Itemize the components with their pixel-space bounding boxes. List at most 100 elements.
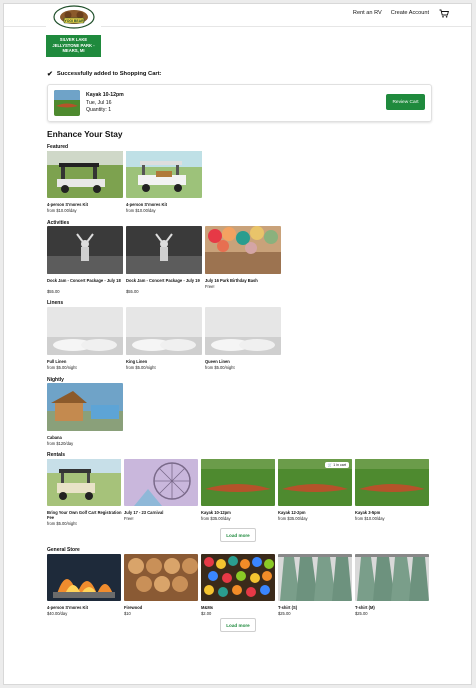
cart-badge-icon: 🛒 — [327, 463, 333, 467]
product-card[interactable]: M&Ms $2.00 — [201, 554, 275, 616]
product-card[interactable]: Firewood $10 — [124, 554, 198, 616]
section-general-store-label: General Store — [47, 547, 80, 553]
product-title: Cabana — [47, 435, 62, 440]
product-price: from $10.00/day — [126, 208, 156, 213]
product-card[interactable]: Cabana from $120/day — [47, 383, 123, 446]
product-price: from $5.00/night — [205, 365, 235, 370]
park-logo[interactable]: YOGI BEAR SILVER LAKE JELLYSTONE PARK - … — [46, 5, 101, 57]
header-nav: Rent an RV Create Account — [353, 10, 429, 16]
product-title: Kayak 10-12pm — [201, 510, 231, 515]
added-item-card: Kayak 10-12pm Tue, Jul 16 Quantity: 1 Re… — [47, 84, 432, 122]
enhance-heading: Enhance Your Stay — [47, 129, 123, 139]
product-title: 4-person S'mores Kit — [47, 202, 89, 207]
svg-text:YOGI BEAR: YOGI BEAR — [64, 19, 84, 23]
product-image — [205, 307, 281, 355]
product-image — [201, 459, 275, 506]
in-cart-badge: 🛒 1 in cart — [324, 462, 349, 468]
product-price: from $10.00/day — [355, 516, 385, 521]
nav-rent-an-rv[interactable]: Rent an RV — [353, 10, 382, 16]
product-price: $2.00 — [201, 611, 212, 616]
section-rentals-label: Rentals — [47, 452, 66, 458]
rentals-load-more-button[interactable]: Load more — [220, 528, 256, 542]
product-card[interactable]: Kayak 10-12pm from $35.00/day — [201, 459, 275, 521]
added-item-title: Kayak 10-12pm — [86, 92, 124, 98]
checkmark-icon: ✔ — [47, 71, 53, 78]
added-item-date: Tue, Jul 16 — [86, 99, 112, 106]
section-featured-label: Featured — [47, 144, 69, 150]
product-image — [47, 226, 123, 274]
product-card[interactable]: 4-person S'mores Kit from $10.00/day — [126, 151, 202, 213]
product-title: July 17 - 23 Carnival — [124, 510, 164, 515]
product-price: Free! — [124, 516, 134, 521]
product-price: $40.00/day — [47, 611, 68, 616]
added-item-thumbnail — [54, 90, 80, 116]
review-cart-button[interactable]: Review Cart — [386, 94, 425, 110]
product-title: King Linen — [126, 359, 148, 364]
product-price: $25.00 — [278, 611, 291, 616]
product-title: 4-person S'mores Kit — [126, 202, 168, 207]
added-item-info: Kayak 10-12pm Tue, Jul 16 Quantity: 1 — [86, 92, 124, 115]
product-image — [201, 554, 275, 601]
product-image — [124, 554, 198, 601]
product-image — [355, 554, 429, 601]
product-title: July 16 Park Birthday Bash — [205, 278, 258, 283]
added-item-quantity: Quantity: 1 — [86, 107, 112, 113]
product-title: Full Linen — [47, 359, 67, 364]
general-store-load-more-button[interactable]: Load more — [220, 618, 256, 632]
product-card[interactable]: King Linen from $5.00/night — [126, 307, 202, 370]
product-image — [278, 554, 352, 601]
product-image — [205, 226, 281, 274]
product-title: Kayak 12-2pm — [278, 510, 306, 515]
success-message: ✔ Successfully added to Shopping Cart: — [47, 70, 162, 78]
site-header: YOGI BEAR SILVER LAKE JELLYSTONE PARK - … — [4, 4, 471, 57]
product-price: from $120/day — [47, 441, 74, 446]
product-card[interactable]: Kayak 3-5pm from $10.00/day — [355, 459, 429, 521]
product-image — [47, 459, 121, 506]
page: YOGI BEAR SILVER LAKE JELLYSTONE PARK - … — [3, 3, 472, 685]
product-price: from $10.00/day — [47, 208, 77, 213]
product-title: T-shirt (M) — [355, 605, 375, 610]
product-price: $55.00 — [126, 289, 139, 294]
product-card[interactable]: Full Linen from $5.00/night — [47, 307, 123, 370]
in-cart-badge-text: 1 in cart — [333, 463, 346, 467]
product-price: $25.00 — [355, 611, 368, 616]
section-linens-label: Linens — [47, 300, 64, 306]
product-image — [126, 151, 202, 198]
product-price: from $5.00/night — [47, 365, 77, 370]
product-title: Bring Your Own Golf Cart Registration Fe… — [47, 510, 122, 521]
product-title: Kayak 3-5pm — [355, 510, 381, 515]
product-price: Free! — [205, 284, 215, 289]
product-card[interactable]: July 16 Park Birthday Bash Free! — [205, 226, 281, 289]
product-image — [47, 383, 123, 431]
success-text: Successfully added to Shopping Cart: — [56, 71, 162, 77]
product-title: M&Ms — [201, 605, 214, 610]
product-price: from $5.00/night — [47, 521, 77, 526]
shopping-cart-icon[interactable] — [439, 9, 449, 18]
product-price: from $5.00/night — [126, 365, 156, 370]
product-card[interactable]: 🛒 1 in cart Kayak 12-2pm from $35.00/day — [278, 459, 352, 521]
product-price: $55.00 — [47, 289, 60, 294]
nav-create-account[interactable]: Create Account — [391, 10, 429, 16]
product-title: Dock Jam - Concert Package - July 19 — [126, 278, 200, 283]
product-card[interactable]: July 17 - 23 Carnival Free! — [124, 459, 198, 521]
product-price: $10 — [124, 611, 131, 616]
product-image — [355, 459, 429, 506]
product-card[interactable]: T-shirt (M) $25.00 — [355, 554, 429, 616]
product-card[interactable]: Bring Your Own Golf Cart Registration Fe… — [47, 459, 121, 526]
product-price: from $35.00/day — [278, 516, 308, 521]
product-image — [47, 554, 121, 601]
product-image — [126, 226, 202, 274]
product-card[interactable]: Dock Jam - Concert Package - July 18 $55… — [47, 226, 123, 294]
product-image — [126, 307, 202, 355]
product-image — [47, 151, 123, 198]
product-card[interactable]: 4-person S'mores Kit $40.00/day — [47, 554, 121, 616]
product-card[interactable]: Queen Linen from $5.00/night — [205, 307, 281, 370]
product-price: from $35.00/day — [201, 516, 231, 521]
product-title: Dock Jam - Concert Package - July 18 — [47, 278, 121, 283]
product-card[interactable]: T-shirt (S) $25.00 — [278, 554, 352, 616]
product-title: Firewood — [124, 605, 143, 610]
product-card[interactable]: 4-person S'mores Kit from $10.00/day — [47, 151, 123, 213]
product-image — [124, 459, 198, 506]
product-title: Queen Linen — [205, 359, 230, 364]
product-card[interactable]: Dock Jam - Concert Package - July 19 $55… — [126, 226, 202, 294]
